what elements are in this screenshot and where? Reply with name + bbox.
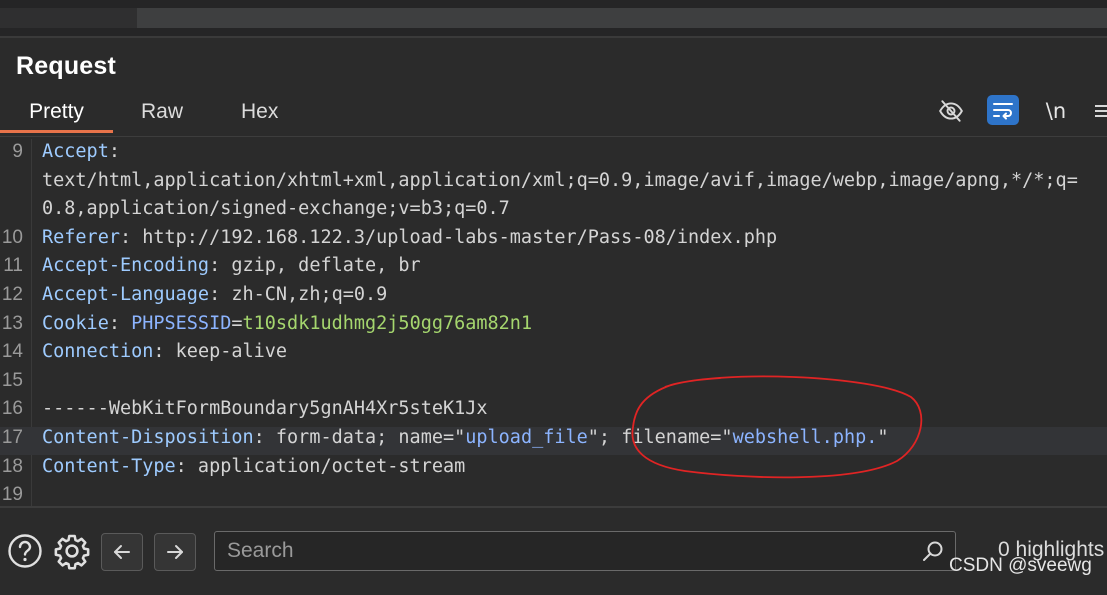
code-token: Accept xyxy=(42,141,109,162)
tabs-divider xyxy=(0,136,1107,137)
code-token: Cookie xyxy=(42,312,109,334)
code-token: : keep-alive xyxy=(153,341,288,363)
line-number: 19 xyxy=(1,484,23,506)
line-number: 16 xyxy=(1,398,23,420)
code-line[interactable]: 15 xyxy=(0,370,1107,398)
code-token: : zh-CN,zh;q=0.9 xyxy=(209,284,388,305)
line-number: 9 xyxy=(12,141,23,162)
code-token: Content-Disposition xyxy=(42,427,254,448)
code-text: ------WebKitFormBoundary5gnAH4Xr5steK1Jx xyxy=(42,398,488,419)
bottom-toolbar: Search 0 highlights xyxy=(0,508,1107,595)
help-icon[interactable] xyxy=(6,532,44,570)
top-bar xyxy=(137,8,1107,28)
code-line[interactable]: 14 Connection: keep-alive xyxy=(0,341,1107,369)
code-token: ------WebKitFormBoundary5gnAH4Xr5steK1Jx xyxy=(42,398,488,420)
code-token: text/html,application/xhtml+xml,applicat… xyxy=(42,169,1078,191)
next-match-button[interactable] xyxy=(154,533,196,571)
search-placeholder: Search xyxy=(227,539,294,562)
code-text: text/html,application/xhtml+xml,applicat… xyxy=(42,170,1078,191)
line-number: 18 xyxy=(1,455,23,477)
line-number: 14 xyxy=(1,341,23,363)
line-number: 17 xyxy=(1,427,23,448)
code-token: : xyxy=(108,141,120,162)
code-token: " xyxy=(877,427,889,448)
code-token: : http://192.168.122.3/upload-labs-maste… xyxy=(119,226,778,248)
code-token: Connection xyxy=(42,341,154,363)
line-number: 10 xyxy=(1,226,23,248)
code-line[interactable]: 9 Accept: xyxy=(0,141,1107,169)
previous-match-button[interactable] xyxy=(101,533,143,571)
code-text: Content-Disposition: form-data; name="up… xyxy=(42,427,889,448)
code-token: webshell.php. xyxy=(732,427,878,448)
code-token: Accept-Encoding xyxy=(42,255,210,277)
tab-hex[interactable]: Hex xyxy=(241,100,278,136)
eye-off-icon[interactable] xyxy=(937,96,965,126)
code-text: Referer: http://192.168.122.3/upload-lab… xyxy=(42,227,777,248)
code-line[interactable]: 12 Accept-Language: zh-CN,zh;q=0.9 xyxy=(0,284,1107,312)
code-line[interactable]: 11 Accept-Encoding: gzip, deflate, br xyxy=(0,255,1107,283)
code-line[interactable]: 18 Content-Type: application/octet-stream xyxy=(0,456,1107,484)
code-token: : xyxy=(108,312,132,334)
code-token: : form-data; name=" xyxy=(253,427,466,448)
code-token: Referer xyxy=(42,226,120,248)
menu-icon[interactable] xyxy=(1093,96,1107,126)
code-line[interactable]: 17 Content-Disposition: form-data; name="… xyxy=(0,427,1107,455)
code-token: 0.8,application/signed-exchange;v=b3;q=0… xyxy=(42,198,510,220)
search-icon[interactable] xyxy=(921,539,945,563)
line-number: 13 xyxy=(1,312,23,334)
code-token: "; filename=" xyxy=(587,427,733,448)
request-editor[interactable]: 9 Accept: text/html,application/xhtml+xml,… xyxy=(0,139,1107,506)
newline-icon[interactable]: \n xyxy=(1043,96,1069,126)
code-line[interactable]: 0.8,application/signed-exchange;v=b3;q=0… xyxy=(0,198,1107,226)
code-token: = xyxy=(231,312,243,334)
active-tab-indicator xyxy=(0,130,113,133)
code-line[interactable]: 13 Cookie: PHPSESSID=t10sdk1udhmg2j50gg76… xyxy=(0,313,1107,341)
code-token: upload_file xyxy=(465,427,588,448)
top-strip xyxy=(0,0,1107,38)
code-token: Accept-Language xyxy=(42,284,210,305)
line-number: 15 xyxy=(1,369,23,391)
code-text: Accept: xyxy=(42,141,120,162)
wrap-lines-icon[interactable] xyxy=(987,95,1019,125)
top-separator xyxy=(0,36,1107,38)
watermark: CSDN @sveewg xyxy=(949,555,1092,576)
code-text: Connection: keep-alive xyxy=(42,341,287,362)
code-text: Accept-Encoding: gzip, deflate, br xyxy=(42,255,421,276)
top-left-tab[interactable] xyxy=(0,8,137,28)
code-line[interactable]: 10 Referer: http://192.168.122.3/upload-l… xyxy=(0,227,1107,255)
code-text: 0.8,application/signed-exchange;v=b3;q=0… xyxy=(42,198,510,219)
code-text: Content-Type: application/octet-stream xyxy=(42,456,465,477)
code-text: Accept-Language: zh-CN,zh;q=0.9 xyxy=(42,284,387,305)
tab-raw[interactable]: Raw xyxy=(141,100,183,136)
code-token: : gzip, deflate, br xyxy=(209,255,421,277)
gear-icon[interactable] xyxy=(52,531,92,571)
code-line[interactable]: text/html,application/xhtml+xml,applicat… xyxy=(0,170,1107,198)
line-number: 11 xyxy=(3,255,23,277)
line-number: 12 xyxy=(1,284,23,305)
arrow-right-icon xyxy=(167,545,183,559)
search-input[interactable]: Search xyxy=(214,531,956,571)
code-token: PHPSESSID xyxy=(131,312,232,334)
code-token: Content-Type xyxy=(42,455,176,477)
code-text: Cookie: PHPSESSID=t10sdk1udhmg2j50gg76am… xyxy=(42,313,532,334)
code-token: t10sdk1udhmg2j50gg76am82n1 xyxy=(242,312,533,334)
code-token: : application/octet-stream xyxy=(175,455,466,477)
code-line[interactable]: 16 ------WebKitFormBoundary5gnAH4Xr5steK1… xyxy=(0,398,1107,426)
panel-title: Request xyxy=(16,52,117,80)
arrow-left-icon xyxy=(114,545,130,559)
code-line[interactable]: 19 xyxy=(0,484,1107,506)
